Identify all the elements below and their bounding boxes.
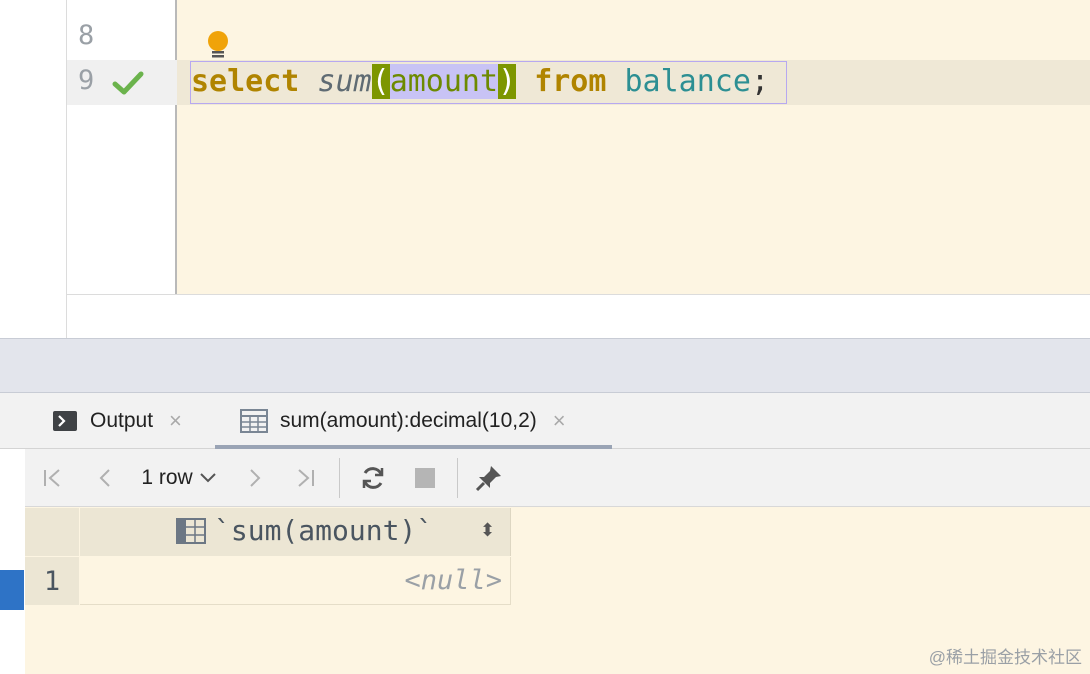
check-icon [112,71,144,95]
column-header-sum-amount[interactable]: `sum(amount)` ⬍ [80,508,511,556]
toolbar-separator [339,458,340,498]
row-selection-marker [0,570,24,610]
results-tab-bar: Output × sum(amount):decimal(10,2) × [0,393,1090,449]
grid-cell-sum-amount[interactable]: <null> [80,557,511,605]
chevron-down-icon [199,473,216,483]
row-count-selector[interactable]: 1 row [137,449,221,507]
identifier-balance: balance [624,64,751,99]
line-number-9: 9 [78,65,95,96]
refresh-icon[interactable] [355,449,391,507]
left-margin-strip [0,0,67,338]
sort-icon[interactable]: ⬍ [480,520,495,541]
line-number-8: 8 [78,20,95,51]
next-page-icon[interactable] [239,449,271,507]
keyword-select: select [191,64,300,99]
row-count-label: 1 row [141,466,193,489]
table-icon [240,409,268,433]
row-number: 1 [25,557,79,605]
stop-icon[interactable] [407,449,443,507]
column-header-label: `sum(amount)` [214,514,434,547]
tab-output[interactable]: Output × [52,393,182,449]
paren-close: ) [498,64,517,99]
toolbar-separator [457,458,458,498]
paren-open: ( [371,64,390,99]
keyword-from: from [534,64,607,99]
function-sum: sum [317,64,372,99]
previous-page-icon[interactable] [89,449,121,507]
tab-result-label: sum(amount):decimal(10,2) [280,409,537,432]
semicolon: ; [750,64,769,99]
last-page-icon[interactable] [289,449,321,507]
grid-corner [25,508,79,556]
console-icon [53,411,77,431]
tab-result[interactable]: sum(amount):decimal(10,2) × [240,393,566,449]
close-icon[interactable]: × [169,408,182,434]
sql-statement[interactable]: select sum(amount) from balance; [191,63,769,101]
tab-output-label: Output [90,409,154,432]
lightbulb-icon[interactable] [205,29,231,61]
first-page-icon[interactable] [37,449,69,507]
editor-bottom-area [67,294,1090,338]
left-panel [0,449,25,674]
close-icon[interactable]: × [553,408,566,434]
identifier-amount: amount [389,64,499,99]
watermark: @稀土掘金技术社区 [928,648,1082,667]
results-toolbar: 1 row [25,449,1090,507]
pin-icon[interactable] [471,449,507,507]
column-icon [176,518,206,544]
sql-editor[interactable] [177,0,1090,294]
panel-splitter[interactable] [0,338,1090,393]
